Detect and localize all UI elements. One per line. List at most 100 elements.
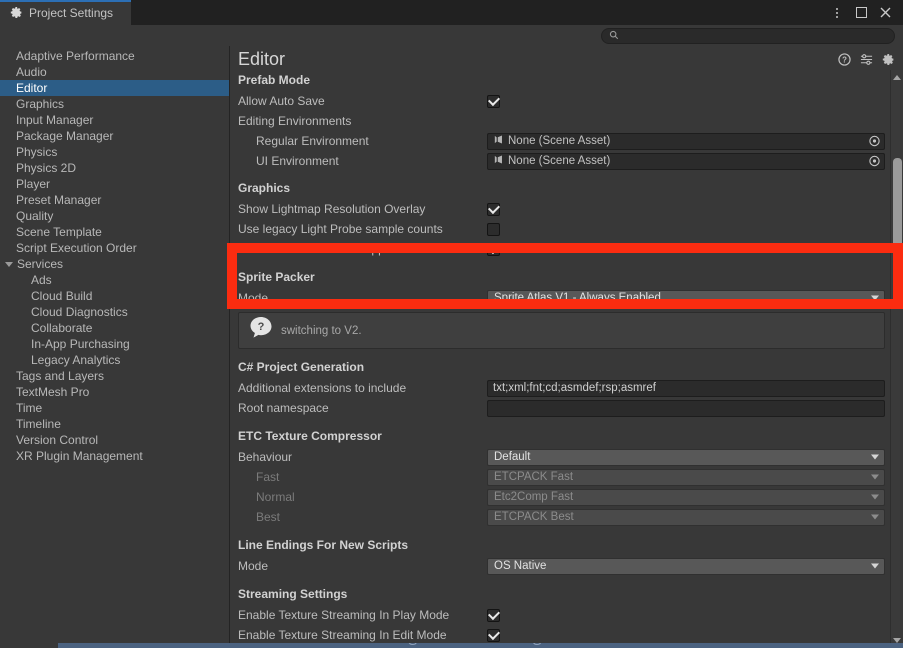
sidebar-item-input-manager[interactable]: Input Manager (0, 112, 229, 128)
sidebar-item-label: Preset Manager (16, 193, 102, 207)
row-line-endings-mode: Mode OS Native (238, 556, 903, 576)
bottom-window-strip: SS (58, 643, 903, 648)
regular-environment-object-field[interactable]: None (Scene Asset) (487, 132, 885, 150)
search-box[interactable] (601, 27, 895, 45)
etc-behaviour-value: Default (494, 451, 531, 463)
search-row (0, 25, 903, 46)
sidebar-item-label: Input Manager (16, 113, 94, 127)
show-lightmap-checkbox[interactable] (487, 202, 500, 216)
sidebar-item-scene-template[interactable]: Scene Template (0, 224, 229, 240)
sidebar-item-version-control[interactable]: Version Control (0, 432, 229, 448)
gear-icon (10, 6, 23, 19)
sidebar-item-cloud-diagnostics[interactable]: Cloud Diagnostics (0, 304, 229, 320)
maximize-icon[interactable] (850, 0, 872, 25)
sidebar-item-label: In-App Purchasing (31, 337, 130, 351)
sidebar-item-preset-manager[interactable]: Preset Manager (0, 192, 229, 208)
chevron-down-icon (871, 563, 879, 569)
sidebar-item-label: Adaptive Performance (16, 49, 135, 63)
sidebar-item-timeline[interactable]: Timeline (0, 416, 229, 432)
row-ui-environment: UI Environment None (Scene Asset) (238, 151, 903, 171)
streaming-edit-mode-label: Enable Texture Streaming In Edit Mode (238, 628, 447, 642)
sprite-packer-mode-dropdown[interactable]: Sprite Atlas V1 - Always Enabled (487, 289, 885, 307)
sidebar-item-legacy-analytics[interactable]: Legacy Analytics (0, 352, 229, 368)
sidebar-item-script-execution-order[interactable]: Script Execution Order (0, 240, 229, 256)
row-additional-extensions: Additional extensions to include txt;xml… (238, 378, 903, 398)
section-etc-title: ETC Texture Compressor (238, 429, 382, 443)
legacy-probe-checkbox[interactable] (487, 222, 500, 236)
etc-normal-label: Normal (256, 490, 295, 504)
chevron-down-icon (871, 474, 879, 480)
section-line-endings-title: Line Endings For New Scripts (238, 538, 409, 552)
vertical-scrollbar[interactable] (890, 70, 903, 648)
gear-icon[interactable] (882, 53, 895, 66)
sidebar-item-audio[interactable]: Audio (0, 64, 229, 80)
chevron-down-icon (871, 454, 879, 460)
sidebar-item-label: Audio (16, 65, 47, 79)
sidebar-item-quality[interactable]: Quality (0, 208, 229, 224)
streaming-edit-mode-checkbox[interactable] (487, 628, 500, 642)
sidebar-item-label: Cloud Build (31, 289, 93, 303)
sidebar-item-label: Package Manager (16, 129, 114, 143)
settings-sidebar: Adaptive Performance Audio Editor Graphics I… (0, 46, 230, 648)
preset-icon[interactable] (860, 53, 873, 66)
baked-cookies-checkbox[interactable] (487, 242, 500, 256)
sidebar-item-xr-plugin-management[interactable]: XR Plugin Management (0, 448, 229, 464)
sidebar-item-label: XR Plugin Management (16, 449, 143, 463)
sidebar-item-ads[interactable]: Ads (0, 272, 229, 288)
sidebar-item-adaptive-performance[interactable]: Adaptive Performance (0, 48, 229, 64)
sidebar-item-label: Quality (16, 209, 54, 223)
scroll-up-arrow-icon[interactable] (893, 75, 901, 80)
etc-best-label: Best (256, 510, 281, 524)
sidebar-item-player[interactable]: Player (0, 176, 229, 192)
sidebar-item-tags-and-layers[interactable]: Tags and Layers (0, 368, 229, 384)
etc-fast-dropdown: ETCPACK Fast (487, 468, 885, 486)
additional-extensions-input[interactable]: txt;xml;fnt;cd;asmdef;rsp;asmref (487, 379, 885, 397)
sidebar-item-collaborate[interactable]: Collaborate (0, 320, 229, 336)
sidebar-empty-area (0, 464, 229, 648)
sidebar-item-time[interactable]: Time (0, 400, 229, 416)
allow-auto-save-checkbox[interactable] (487, 94, 500, 108)
chevron-down-icon[interactable] (5, 261, 13, 267)
line-endings-mode-label: Mode (238, 559, 269, 573)
object-picker-icon[interactable] (868, 135, 881, 148)
sidebar-item-package-manager[interactable]: Package Manager (0, 128, 229, 144)
sidebar-list: Adaptive Performance Audio Editor Graphics I… (0, 48, 229, 464)
object-picker-icon[interactable] (868, 155, 881, 168)
ui-environment-object-field[interactable]: None (Scene Asset) (487, 152, 885, 170)
sidebar-item-physics-2d[interactable]: Physics 2D (0, 160, 229, 176)
sidebar-item-physics[interactable]: Physics (0, 144, 229, 160)
sidebar-item-editor[interactable]: Editor (0, 80, 229, 96)
scene-asset-icon (493, 132, 504, 150)
svg-text:?: ? (842, 56, 847, 65)
row-sprite-packer-mode: Mode Sprite Atlas V1 - Always Enabled (238, 288, 903, 308)
close-icon[interactable] (874, 0, 896, 25)
show-lightmap-label: Show Lightmap Resolution Overlay (238, 202, 426, 216)
sidebar-item-services[interactable]: Services (0, 256, 229, 272)
sidebar-item-in-app-purchasing[interactable]: In-App Purchasing (0, 336, 229, 352)
sidebar-item-cloud-build[interactable]: Cloud Build (0, 288, 229, 304)
search-icon (609, 27, 619, 45)
streaming-play-mode-checkbox[interactable] (487, 608, 500, 622)
project-settings-window: Project Settings Adaptive Performance Au… (0, 0, 903, 648)
line-endings-mode-dropdown[interactable]: OS Native (487, 557, 885, 575)
sidebar-item-graphics[interactable]: Graphics (0, 96, 229, 112)
tab-project-settings[interactable]: Project Settings (0, 0, 132, 25)
title-bar: Project Settings (0, 0, 903, 25)
panel-header: Editor ? (230, 46, 903, 70)
scrollbar-thumb[interactable] (893, 158, 902, 280)
sidebar-item-textmesh-pro[interactable]: TextMesh Pro (0, 384, 229, 400)
section-streaming-title: Streaming Settings (238, 587, 348, 601)
search-input[interactable] (623, 29, 887, 42)
chevron-down-icon (871, 494, 879, 500)
vertical-dots-icon[interactable] (826, 0, 848, 25)
window-controls (826, 0, 903, 25)
sidebar-item-label: Collaborate (31, 321, 93, 335)
sidebar-item-label: Physics (16, 145, 58, 159)
etc-fast-value: ETCPACK Fast (494, 471, 574, 483)
help-icon[interactable]: ? (838, 53, 851, 66)
sidebar-item-label: Player (16, 177, 51, 191)
etc-behaviour-dropdown[interactable]: Default (487, 448, 885, 466)
line-endings-mode-value: OS Native (494, 560, 547, 572)
root-namespace-input[interactable] (487, 399, 885, 417)
etc-best-value: ETCPACK Best (494, 511, 574, 523)
